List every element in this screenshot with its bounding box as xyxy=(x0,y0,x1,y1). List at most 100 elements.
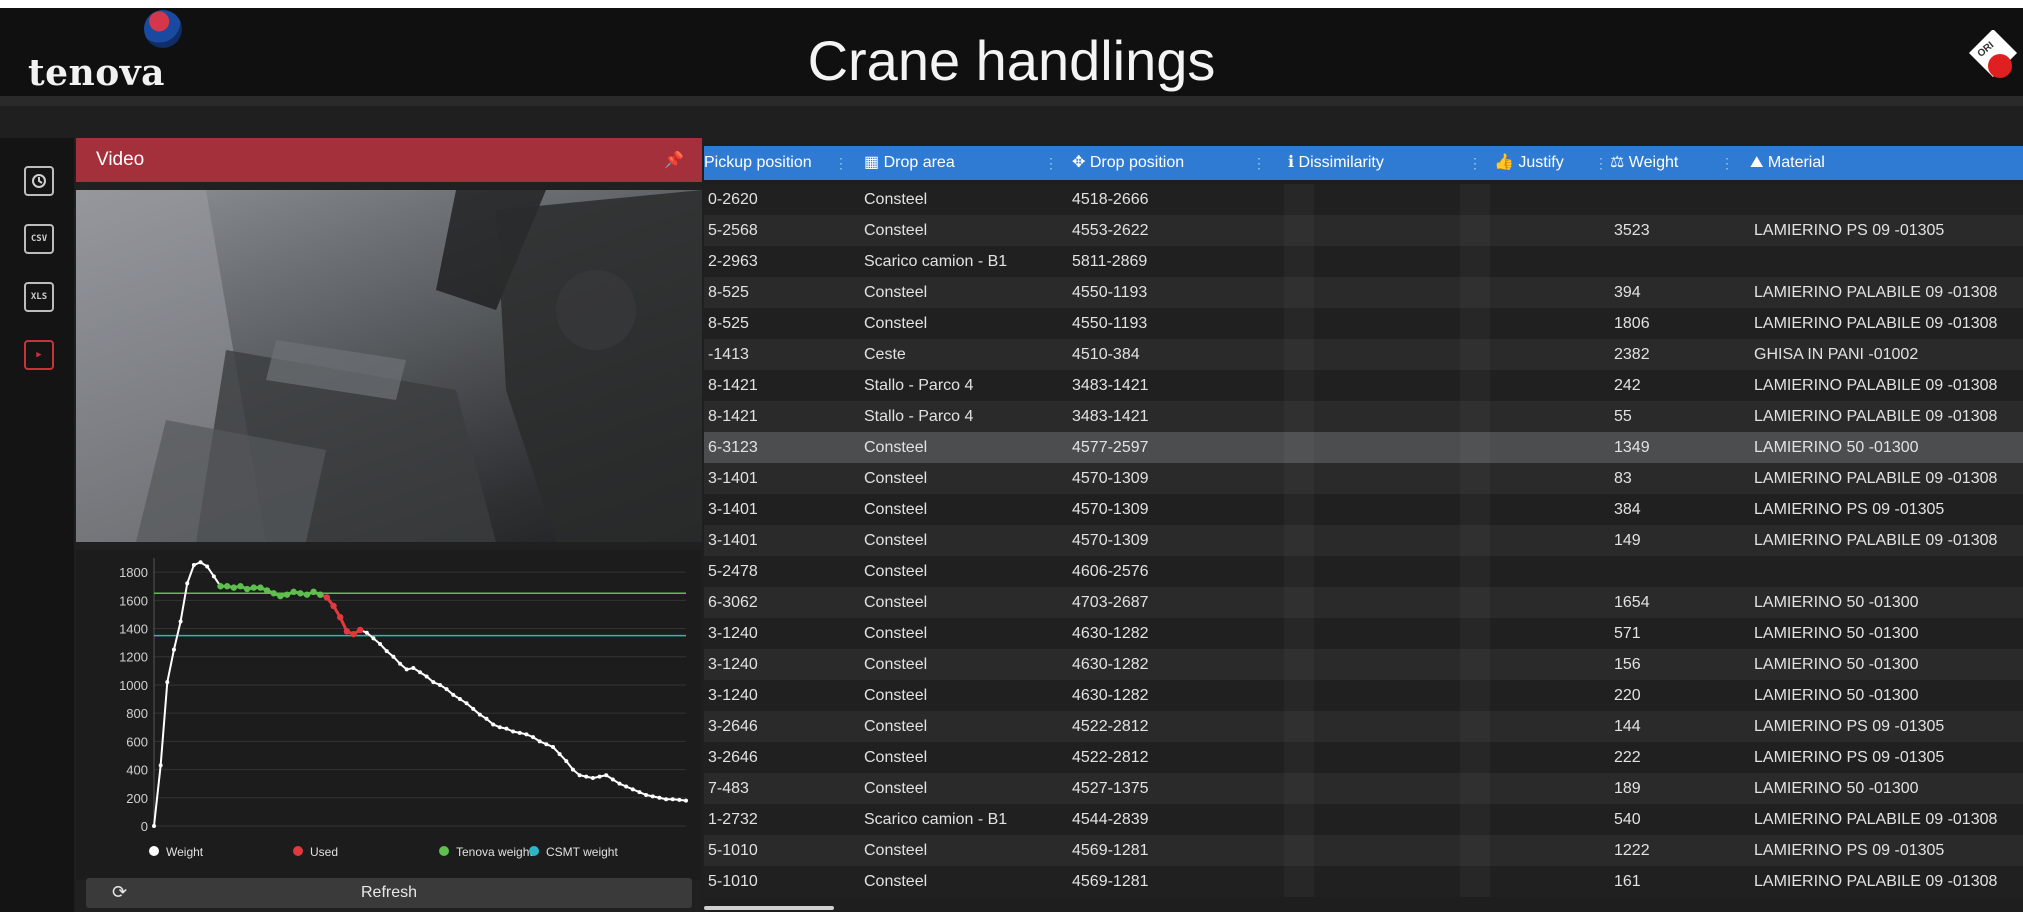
column-header-dissimilarity[interactable]: ℹ Dissimilarity ⋮ xyxy=(1288,146,1488,180)
legend-label: Weight xyxy=(166,845,204,859)
legend-marker xyxy=(439,846,449,856)
table-row[interactable]: 3-1240 Consteel 4630-1282 571 LAMIERINO 50 -… xyxy=(704,618,2023,649)
column-header-material[interactable]: ⛰ Material xyxy=(1750,146,2023,180)
xls-export-icon[interactable]: XLS xyxy=(24,282,54,312)
horizontal-scrollbar[interactable] xyxy=(704,906,834,910)
table-row[interactable]: 8-1421 Stallo - Parco 4 3483-1421 55 LAMIERI… xyxy=(704,401,2023,432)
video-player[interactable] xyxy=(76,190,702,542)
cell-pickup: 5-1010 xyxy=(708,842,758,859)
table-row[interactable]: 3-1240 Consteel 4630-1282 220 LAMIERINO 50 -… xyxy=(704,680,2023,711)
cell-pickup: 3-1240 xyxy=(708,625,758,642)
data-point xyxy=(257,584,264,591)
material-icon: ⛰ xyxy=(1750,154,1764,171)
table-row[interactable]: 5-1010 Consteel 4569-1281 1222 LAMIERINO PS … xyxy=(704,835,2023,866)
table-row[interactable]: 1-2732 Scarico camion - B1 4544-2839 540 LAM… xyxy=(704,804,2023,835)
table-row[interactable]: 3-1401 Consteel 4570-1309 384 LAMIERINO PS 0… xyxy=(704,494,2023,525)
cell-drop-position: 4550-1193 xyxy=(1072,284,1148,301)
data-point xyxy=(610,777,615,782)
cell-drop-area: Consteel xyxy=(864,470,928,487)
cell-material: LAMIERINO PS 09 -01305 xyxy=(1754,718,1945,735)
data-point xyxy=(152,824,156,828)
cell-material xyxy=(1754,184,2023,215)
cell-pickup: 5-1010 xyxy=(708,873,758,890)
table-row[interactable]: 3-1401 Consteel 4570-1309 83 LAMIERINO PALAB… xyxy=(704,463,2023,494)
cell-drop-position: 4522-2812 xyxy=(1072,749,1149,766)
cell-weight xyxy=(1614,556,1744,587)
table-row[interactable]: 8-525 Consteel 4550-1193 1806 LAMIERINO PALA… xyxy=(704,308,2023,339)
weight-chart-svg: 0 200 400 600 800 1000 1200 1400 1600 1800 Weight U… xyxy=(119,558,688,859)
cell-justify xyxy=(1494,463,1604,494)
cell-weight: 149 xyxy=(1614,532,1641,549)
table-row[interactable]: 3-1240 Consteel 4630-1282 156 LAMIERINO 50 -… xyxy=(704,649,2023,680)
table-row[interactable]: 3-2646 Consteel 4522-2812 144 LAMIERINO PS 0… xyxy=(704,711,2023,742)
cell-material: LAMIERINO 50 -01300 xyxy=(1754,656,1919,673)
data-point xyxy=(650,794,655,799)
y-tick-label: 1000 xyxy=(119,678,148,693)
table-row[interactable]: 8-1421 Stallo - Parco 4 3483-1421 242 LAMIER… xyxy=(704,370,2023,401)
table-row[interactable]: -1413 Ceste 4510-384 2382 GHISA IN PANI -010… xyxy=(704,339,2023,370)
y-tick-label: 1400 xyxy=(119,622,148,637)
cell-weight xyxy=(1614,246,1744,277)
cell-weight: 55 xyxy=(1614,408,1632,425)
column-header-drop-area[interactable]: ▦ Drop area ⋮ xyxy=(864,146,1064,180)
refresh-button[interactable]: ⟳ Refresh xyxy=(86,878,692,908)
data-point xyxy=(564,759,569,764)
cell-dissimilarity xyxy=(1288,649,1488,680)
table-row[interactable]: 5-2568 Consteel 4553-2622 3523 LAMIERINO PS … xyxy=(704,215,2023,246)
table-row[interactable]: 6-3062 Consteel 4703-2687 1654 LAMIERINO 50 … xyxy=(704,587,2023,618)
app-window: tenova Crane handlings ORI CSV XLS ▶ Vid… xyxy=(0,8,2023,912)
cell-weight: 1222 xyxy=(1614,842,1650,859)
table-row[interactable]: 0-2620 Consteel 4518-2666 xyxy=(704,184,2023,215)
table-row[interactable]: 8-525 Consteel 4550-1193 394 LAMIERINO PALAB… xyxy=(704,277,2023,308)
table-row[interactable]: 5-1010 Consteel 4569-1281 161 LAMIERINO PALA… xyxy=(704,866,2023,897)
cell-material: LAMIERINO PALABILE 09 -01308 xyxy=(1754,470,1998,487)
cell-pickup: 8-1421 xyxy=(708,377,758,394)
cell-drop-area: Scarico camion - B1 xyxy=(864,811,1008,828)
cell-pickup: 0-2620 xyxy=(708,191,758,208)
table-row[interactable]: 6-3123 Consteel 4577-2597 1349 LAMIERINO 50 … xyxy=(704,432,2023,463)
column-header-weight[interactable]: ⚖ Weight ⋮ xyxy=(1610,146,1740,180)
pin-icon[interactable]: 📌 xyxy=(664,150,684,170)
table-row[interactable]: 3-2646 Consteel 4522-2812 222 LAMIERINO PS 0… xyxy=(704,742,2023,773)
page-title: Crane handlings xyxy=(807,29,1216,92)
data-point xyxy=(491,722,496,727)
table-row[interactable]: 2-2963 Scarico camion - B1 5811-2869 xyxy=(704,246,2023,277)
cell-drop-area: Consteel xyxy=(864,191,928,208)
data-point xyxy=(624,784,629,789)
cell-justify xyxy=(1494,246,1604,277)
csv-export-icon[interactable]: CSV xyxy=(24,224,54,254)
series-line xyxy=(313,590,361,636)
cell-justify xyxy=(1494,804,1604,835)
cell-justify xyxy=(1494,866,1604,897)
cell-drop-position: 4527-1375 xyxy=(1072,780,1149,797)
y-tick-label: 0 xyxy=(141,819,148,834)
data-point xyxy=(584,774,589,779)
cell-weight: 156 xyxy=(1614,656,1641,673)
cell-drop-area: Consteel xyxy=(864,873,928,890)
table-row[interactable]: 3-1401 Consteel 4570-1309 149 LAMIERINO PALA… xyxy=(704,525,2023,556)
column-header-drop-position[interactable]: ✥ Drop position ⋮ xyxy=(1072,146,1272,180)
legend-marker xyxy=(293,846,303,856)
cell-drop-position: 4703-2687 xyxy=(1072,594,1149,611)
cell-drop-position: 3483-1421 xyxy=(1072,377,1149,394)
cell-drop-area: Consteel xyxy=(864,532,928,549)
column-header-pickup-position[interactable]: Pickup position ⋮ xyxy=(704,146,854,180)
cell-pickup: 3-2646 xyxy=(708,749,758,766)
column-header-label: Justify xyxy=(1518,154,1564,171)
cell-dissimilarity xyxy=(1288,742,1488,773)
column-header-label: Dissimilarity xyxy=(1298,154,1384,171)
cell-drop-area: Consteel xyxy=(864,842,928,859)
cell-weight: 1806 xyxy=(1614,315,1650,332)
cell-material: LAMIERINO 50 -01300 xyxy=(1754,780,1919,797)
data-point xyxy=(551,745,555,750)
table-row[interactable]: 7-483 Consteel 4527-1375 189 LAMIERINO 50 -0… xyxy=(704,773,2023,804)
cell-weight: 571 xyxy=(1614,625,1641,642)
cell-material: LAMIERINO PALABILE 09 -01308 xyxy=(1754,377,1998,394)
cell-drop-position: 4577-2597 xyxy=(1072,439,1149,456)
column-header-justify[interactable]: 👍 Justify ⋮ xyxy=(1494,146,1614,180)
cell-material: LAMIERINO 50 -01300 xyxy=(1754,439,1919,456)
data-point xyxy=(677,797,682,802)
play-icon[interactable]: ▶ xyxy=(24,340,54,370)
history-icon[interactable] xyxy=(24,166,54,196)
table-row[interactable]: 5-2478 Consteel 4606-2576 xyxy=(704,556,2023,587)
